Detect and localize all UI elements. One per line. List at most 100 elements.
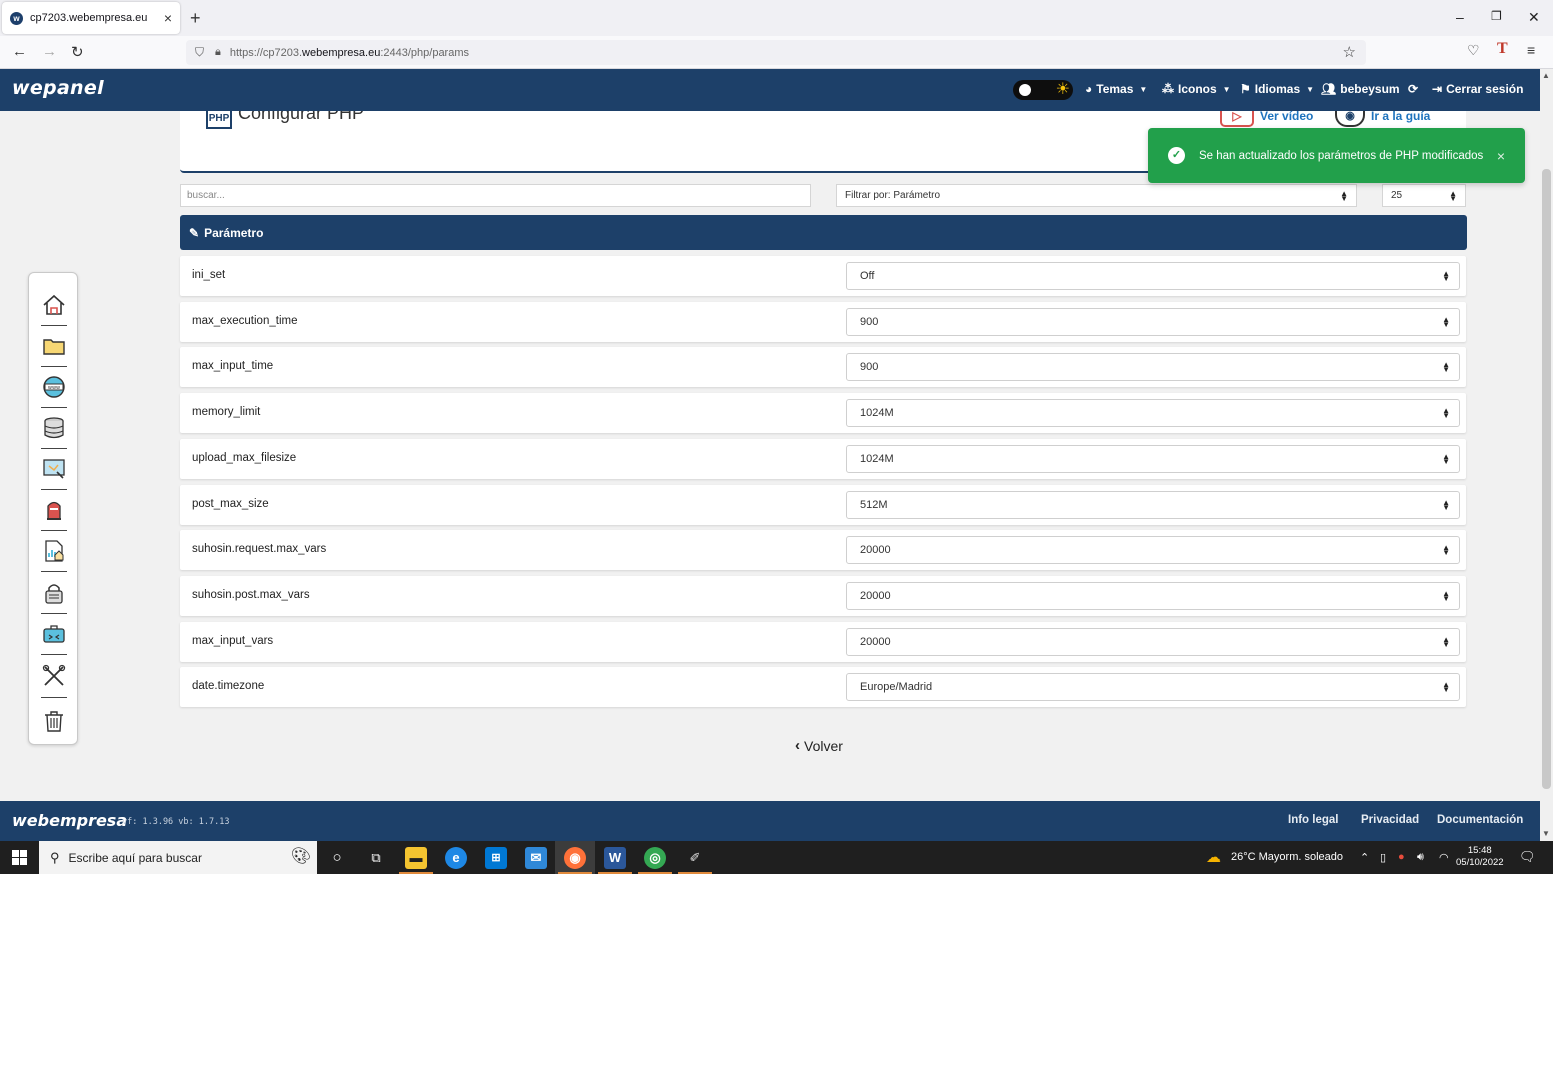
clock[interactable]: 15:48 05/10/2022: [1456, 845, 1504, 869]
weather-icon[interactable]: ☁: [1206, 848, 1221, 866]
menu-idiomas[interactable]: ⚑ Idiomas ▼: [1240, 82, 1314, 96]
left-sidebar: www: [28, 272, 78, 745]
store-icon[interactable]: ⊞: [485, 847, 507, 869]
refresh-icon: ⟳: [1408, 82, 1419, 96]
weather-text[interactable]: 26°C Mayorm. soleado: [1231, 851, 1343, 863]
footer-link-info-legal[interactable]: Info legal: [1288, 814, 1338, 826]
scrollbar-thumb[interactable]: [1542, 169, 1551, 789]
pocket-icon[interactable]: ♡: [1467, 42, 1480, 59]
firefox-icon[interactable]: ◉: [564, 847, 586, 869]
menu-user[interactable]: 👥︎ bebeysum: [1321, 82, 1400, 96]
volume-icon[interactable]: 🔊︎: [1417, 851, 1424, 864]
word-icon[interactable]: W: [604, 847, 626, 869]
logout-button[interactable]: ⇥ Cerrar sesión: [1432, 82, 1523, 96]
forward-arrow-icon[interactable]: →: [42, 43, 57, 60]
browser-tab[interactable]: w cp7203.webempresa.eu ×: [2, 2, 180, 34]
select-arrows-icon: ▲ ▼: [1442, 589, 1450, 603]
param-name: max_execution_time: [192, 315, 298, 327]
url-text[interactable]: https://cp7203.webempresa.eu:2443/php/pa…: [230, 47, 469, 59]
param-value-select[interactable]: 900 ▲ ▼: [846, 308, 1460, 336]
mail-icon[interactable]: ✉: [525, 847, 547, 869]
chrome-icon[interactable]: ◎: [644, 847, 666, 869]
param-name: suhosin.request.max_vars: [192, 543, 327, 555]
sidebar-divider: [41, 697, 67, 698]
param-value-select[interactable]: Off ▲ ▼: [846, 262, 1460, 290]
wepanel-logo[interactable]: wepanel: [12, 77, 104, 99]
theme-toggle[interactable]: ☀: [1013, 80, 1073, 100]
menu-temas[interactable]: ◕ Temas ▼: [1085, 82, 1147, 96]
refresh-button[interactable]: ⟳: [1408, 82, 1418, 96]
edge-icon[interactable]: e: [445, 847, 467, 869]
param-value-select[interactable]: 512M ▲ ▼: [846, 491, 1460, 519]
scroll-down-arrow-icon[interactable]: ▼: [1542, 829, 1550, 838]
select-arrows-icon: ▲ ▼: [1449, 188, 1457, 203]
shield-icon[interactable]: ⛉: [195, 45, 204, 60]
toast-close-button[interactable]: ×: [1497, 148, 1505, 164]
caret-down-icon: ▼: [1222, 84, 1231, 94]
tray-expand-icon[interactable]: ⌃: [1360, 851, 1369, 864]
per-page-select[interactable]: 25 ▲ ▼: [1382, 184, 1466, 207]
url-bar[interactable]: ⛉ 🔒︎ https://cp7203.webempresa.eu:2443/p…: [186, 40, 1366, 65]
running-indicator: [399, 872, 433, 874]
window-close-button[interactable]: ✕: [1528, 9, 1540, 26]
reload-icon[interactable]: ↻: [71, 43, 84, 61]
param-value-select[interactable]: 1024M ▲ ▼: [846, 399, 1460, 427]
toolbox-icon[interactable]: [39, 619, 69, 649]
param-value-select[interactable]: 1024M ▲ ▼: [846, 445, 1460, 473]
sidebar-divider: [41, 325, 67, 326]
menu-iconos[interactable]: ⁂ Iconos ▼: [1162, 82, 1231, 96]
trash-icon[interactable]: [39, 706, 69, 736]
new-tab-button[interactable]: +: [190, 8, 201, 29]
hamburger-menu-icon[interactable]: ≡: [1527, 42, 1535, 58]
param-value-select[interactable]: 20000 ▲ ▼: [846, 536, 1460, 564]
lock-icon[interactable]: [39, 578, 69, 608]
minimize-button[interactable]: –: [1456, 9, 1464, 25]
param-value-select[interactable]: Europe/Madrid ▲ ▼: [846, 673, 1460, 701]
mailbox-icon[interactable]: [39, 495, 69, 525]
webempresa-logo[interactable]: webempresa: [12, 811, 127, 830]
folder-icon[interactable]: [39, 331, 69, 361]
home-icon[interactable]: [39, 290, 69, 320]
sidebar-divider: [41, 530, 67, 531]
guide-link[interactable]: ◉ Ir a la guía: [1335, 111, 1430, 127]
footer-link-documentacion[interactable]: Documentación: [1437, 814, 1523, 826]
param-value-select[interactable]: 20000 ▲ ▼: [846, 582, 1460, 610]
taskbar-search[interactable]: ⚲ Escribe aquí para buscar 🎨︎: [39, 841, 317, 874]
select-arrows-icon: ▲ ▼: [1442, 360, 1450, 374]
filter-select[interactable]: Filtrar por: Parámetro ▲ ▼: [836, 184, 1357, 207]
bookmark-star-icon[interactable]: ☆: [1343, 43, 1356, 61]
param-value: Off: [860, 270, 875, 282]
page-title: Configurar PHP: [238, 111, 365, 123]
logout-icon: ⇥: [1432, 82, 1443, 96]
tab-close-button[interactable]: ×: [164, 10, 172, 26]
param-value-select[interactable]: 900 ▲ ▼: [846, 353, 1460, 381]
paint-icon[interactable]: ✐: [684, 847, 706, 869]
caret-down-icon: ▼: [1139, 84, 1148, 94]
notification-icon[interactable]: 🗨︎: [1519, 849, 1536, 865]
param-value-select[interactable]: 20000 ▲ ▼: [846, 628, 1460, 656]
search-input[interactable]: [180, 184, 811, 207]
browser-navbar: ← → ↻ ⛉ 🔒︎ https://cp7203.webempresa.eu:…: [0, 36, 1553, 69]
scroll-up-arrow-icon[interactable]: ▲: [1542, 71, 1550, 80]
task-view-icon[interactable]: ⧉: [365, 847, 387, 869]
analytics-icon[interactable]: [39, 536, 69, 566]
page-scrollbar[interactable]: ▲ ▼: [1540, 69, 1553, 841]
back-arrow-icon[interactable]: ←: [12, 43, 27, 60]
file-explorer-icon[interactable]: ▬: [405, 847, 427, 869]
windows-start-icon[interactable]: [12, 850, 27, 865]
network-icon[interactable]: ●: [1398, 851, 1405, 863]
cortana-icon[interactable]: ○: [326, 847, 348, 869]
web-stats-icon[interactable]: [39, 454, 69, 484]
tools-icon[interactable]: [39, 661, 69, 691]
footer-link-privacidad[interactable]: Privacidad: [1361, 814, 1419, 826]
lock-icon[interactable]: 🔒︎: [215, 46, 221, 59]
wifi-icon[interactable]: ◠: [1439, 851, 1449, 864]
browser-tabbar: w cp7203.webempresa.eu × + – ❐ ✕: [0, 0, 1553, 36]
back-link[interactable]: ‹ Volver: [795, 737, 843, 754]
www-icon[interactable]: www: [39, 372, 69, 402]
extension-t-icon[interactable]: T: [1497, 40, 1508, 58]
restore-button[interactable]: ❐: [1491, 9, 1502, 23]
database-icon[interactable]: [39, 413, 69, 443]
video-link[interactable]: ▷ Ver vídeo: [1220, 111, 1313, 127]
battery-icon[interactable]: ▯: [1380, 851, 1386, 864]
